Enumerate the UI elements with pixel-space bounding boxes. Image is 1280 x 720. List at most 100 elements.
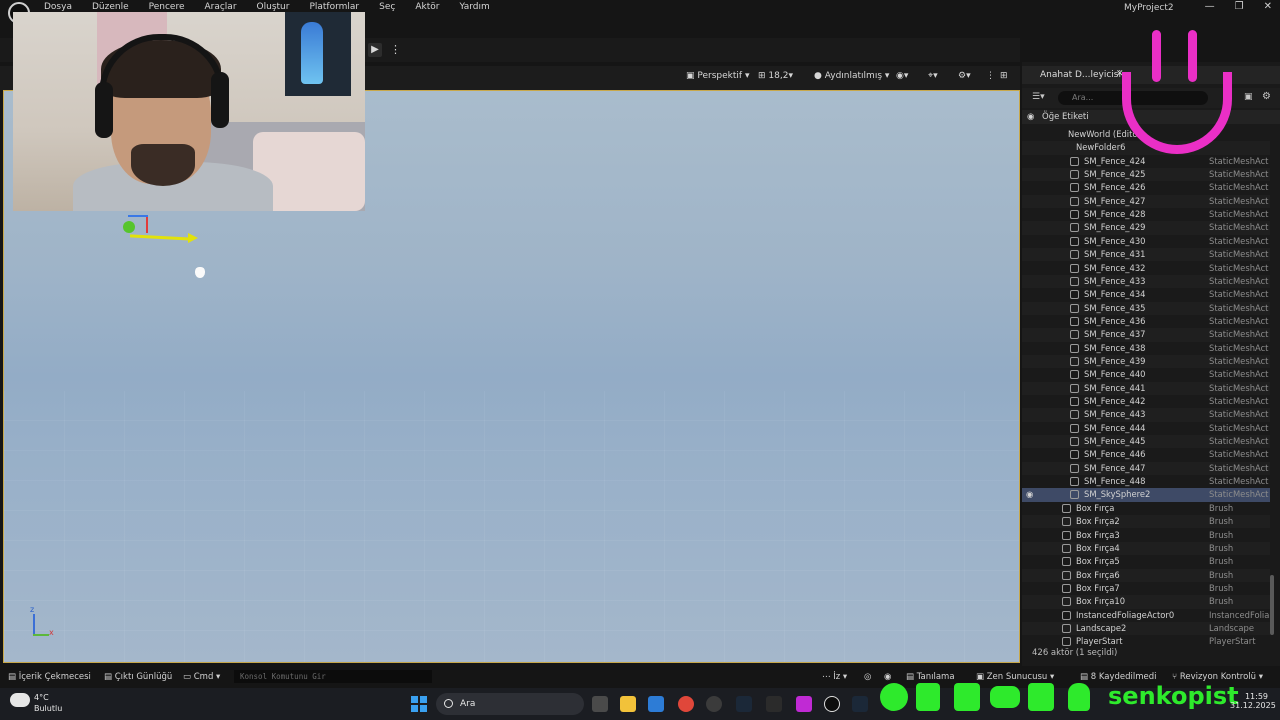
outliner-row[interactable]: Box Fırça6 Brush [1022, 568, 1270, 582]
outliner-row[interactable]: Box Fırça2 Brush [1022, 515, 1270, 529]
outliner-row[interactable]: SM_Fence_426 StaticMeshActor [1022, 181, 1270, 194]
viewport-options-icon[interactable]: ⋮ [986, 71, 995, 81]
add-folder-icon[interactable]: ▣ [1244, 92, 1253, 102]
outliner-row[interactable]: SM_Fence_433 StaticMeshActor [1022, 274, 1270, 289]
outliner-row[interactable]: InstancedFoliageActor0 InstancedFoliageAc… [1022, 609, 1270, 622]
row-label: SM_Fence_448 [1084, 476, 1146, 487]
outliner-row[interactable]: SM_Fence_445 StaticMeshActor [1022, 435, 1270, 449]
outliner-row[interactable]: SM_Fence_447 StaticMeshActor [1022, 461, 1270, 476]
layout-icon[interactable]: ⊞ [1000, 71, 1008, 81]
axis-indicator-z [33, 614, 35, 636]
console-input[interactable]: Konsol Komutunu Gir [234, 670, 432, 683]
outliner-row[interactable]: SM_Fence_448 StaticMeshActor [1022, 475, 1270, 488]
outliner-row[interactable]: ◉ SM_SkySphere2 StaticMeshActor [1022, 488, 1270, 502]
outliner-settings-icon[interactable]: ⚙ [1262, 91, 1271, 102]
steam-icon[interactable] [736, 696, 752, 712]
outliner-row[interactable]: SM_Fence_446 StaticMeshActor [1022, 448, 1270, 461]
weather-cloud-icon[interactable] [10, 693, 30, 707]
transform-icon[interactable]: ⌖▾ [928, 71, 938, 81]
outliner-row[interactable]: SM_Fence_444 StaticMeshActor [1022, 422, 1270, 435]
perspective-button[interactable]: ▣ Perspektif ▾ [686, 71, 749, 81]
outliner-row[interactable]: Box Fırça4 Brush [1022, 541, 1270, 556]
visibility-eye-icon[interactable]: ◉ [1026, 489, 1033, 499]
main-menu: Dosya Düzenle Pencere Araçlar Oluştur Platfor… [44, 2, 510, 12]
fov-button[interactable]: ⊞ 18,2▾ [758, 71, 793, 81]
store-icon[interactable] [648, 696, 664, 712]
task-view-icon[interactable] [592, 696, 608, 712]
minimize-button[interactable]: — [1205, 1, 1215, 12]
outliner-row[interactable]: SM_Fence_443 StaticMeshActor [1022, 408, 1270, 422]
menu-item[interactable]: Platformlar [309, 2, 359, 12]
zen-server-button[interactable]: ▣ Zen Sunucusu ▾ [976, 672, 1054, 682]
outliner-row[interactable]: SM_Fence_434 StaticMeshActor [1022, 288, 1270, 301]
outliner-row[interactable]: PlayerStart PlayerStart [1022, 635, 1270, 648]
unsaved-button[interactable]: ▤ 8 Kaydedilmedi [1080, 672, 1157, 682]
menu-item[interactable]: Dosya [44, 2, 72, 12]
menu-item[interactable]: Seç [379, 2, 395, 12]
outliner-row[interactable]: Landscape2 Landscape [1022, 621, 1270, 636]
outliner-row[interactable]: SM_Fence_432 StaticMeshActor [1022, 262, 1270, 275]
row-type: StaticMeshActor [1209, 302, 1269, 313]
outliner-row[interactable]: SM_Fence_427 StaticMeshActor [1022, 194, 1270, 209]
taskbar-clock[interactable]: 11:59 31.12.2025 [1230, 692, 1276, 710]
outliner-row[interactable]: SM_Fence_440 StaticMeshActor [1022, 368, 1270, 381]
outliner-row[interactable]: SM_Fence_436 StaticMeshActor [1022, 315, 1270, 328]
outliner-row[interactable]: SM_Fence_438 StaticMeshActor [1022, 342, 1270, 355]
outliner-row[interactable]: Box Fırça7 Brush [1022, 582, 1270, 595]
outliner-row[interactable]: SM_Fence_441 StaticMeshActor [1022, 381, 1270, 395]
windows-start-icon[interactable] [411, 696, 427, 712]
gizmo-x-arrow-icon[interactable] [188, 233, 198, 243]
outliner-row[interactable]: Box Fırça5 Brush [1022, 555, 1270, 568]
maximize-button[interactable]: ❐ [1235, 1, 1244, 12]
webcam-parrot [301, 22, 323, 84]
outliner-row[interactable]: SM_Fence_424 StaticMeshActor [1022, 155, 1270, 168]
settings-gear-icon[interactable]: ⚙▾ [958, 71, 971, 81]
menu-item[interactable]: Yardım [459, 2, 489, 12]
chrome-icon[interactable] [678, 696, 694, 712]
gizmo-y-axis[interactable] [128, 215, 148, 217]
outliner-row[interactable]: SM_Fence_435 StaticMeshActor [1022, 301, 1270, 315]
cmd-dropdown[interactable]: ▭ Cmd ▾ [183, 672, 220, 682]
unreal-taskbar-icon[interactable] [824, 696, 840, 712]
outliner-row[interactable]: SM_Fence_428 StaticMeshActor [1022, 208, 1270, 221]
diagnostics-button[interactable]: ▤ Tanılama [906, 672, 955, 682]
outliner-row[interactable]: SM_Fence_430 StaticMeshActor [1022, 235, 1270, 248]
github-icon[interactable] [706, 696, 722, 712]
file-explorer-icon[interactable] [620, 696, 636, 712]
outliner-row[interactable]: SM_Fence_437 StaticMeshActor [1022, 328, 1270, 342]
outliner-row[interactable]: SM_Fence_431 StaticMeshActor [1022, 248, 1270, 262]
gizmo-z-axis[interactable] [146, 217, 148, 233]
menu-item[interactable]: Araçlar [204, 2, 236, 12]
gizmo-pivot[interactable] [123, 221, 135, 233]
play-button[interactable]: ▶ [368, 43, 382, 57]
app-icon-purple[interactable] [796, 696, 812, 712]
menu-item[interactable]: Pencere [149, 2, 185, 12]
menu-item[interactable]: Düzenle [92, 2, 129, 12]
lit-mode-button[interactable]: ● Aydınlatılmış ▾ [814, 71, 889, 81]
revision-control-button[interactable]: ⑂ Revizyon Kontrolü ▾ [1172, 672, 1263, 682]
outliner-row[interactable]: SM_Fence_425 StaticMeshActor [1022, 168, 1270, 182]
menu-item[interactable]: Oluştur [257, 2, 290, 12]
outliner-row[interactable]: Box Fırça10 Brush [1022, 595, 1270, 609]
clock-date: 31.12.2025 [1230, 701, 1276, 710]
content-drawer-button[interactable]: ▤ İçerik Çekmecesi [8, 672, 91, 682]
outliner-row[interactable]: SM_Fence_439 StaticMeshActor [1022, 354, 1270, 369]
epic-games-icon[interactable] [766, 696, 782, 712]
taskbar-search[interactable]: Ara [436, 693, 584, 715]
outliner-scrollbar[interactable] [1270, 575, 1274, 635]
trace-button[interactable]: ⋯ İz ▾ [822, 672, 847, 682]
play-options-icon[interactable]: ⋮ [390, 43, 401, 56]
outliner-row[interactable]: Box Fırça3 Brush [1022, 529, 1270, 542]
output-log-button[interactable]: ▤ Çıktı Günlüğü [104, 672, 172, 682]
close-button[interactable]: ✕ [1264, 1, 1272, 12]
steam-icon-2[interactable] [852, 696, 868, 712]
lit-label: Aydınlatılmış [824, 71, 883, 81]
outliner-row[interactable]: SM_Fence_442 StaticMeshActor [1022, 395, 1270, 408]
camera-icon[interactable]: ◉ [884, 672, 891, 682]
outliner-row[interactable]: Box Fırça Brush [1022, 502, 1270, 515]
filter-icon[interactable]: ☰▾ [1032, 92, 1045, 102]
outliner-row[interactable]: SM_Fence_429 StaticMeshActor [1022, 221, 1270, 235]
menu-item[interactable]: Aktör [415, 2, 439, 12]
record-icon[interactable]: ◎ [864, 672, 871, 682]
show-eye-icon[interactable]: ◉▾ [896, 71, 908, 81]
